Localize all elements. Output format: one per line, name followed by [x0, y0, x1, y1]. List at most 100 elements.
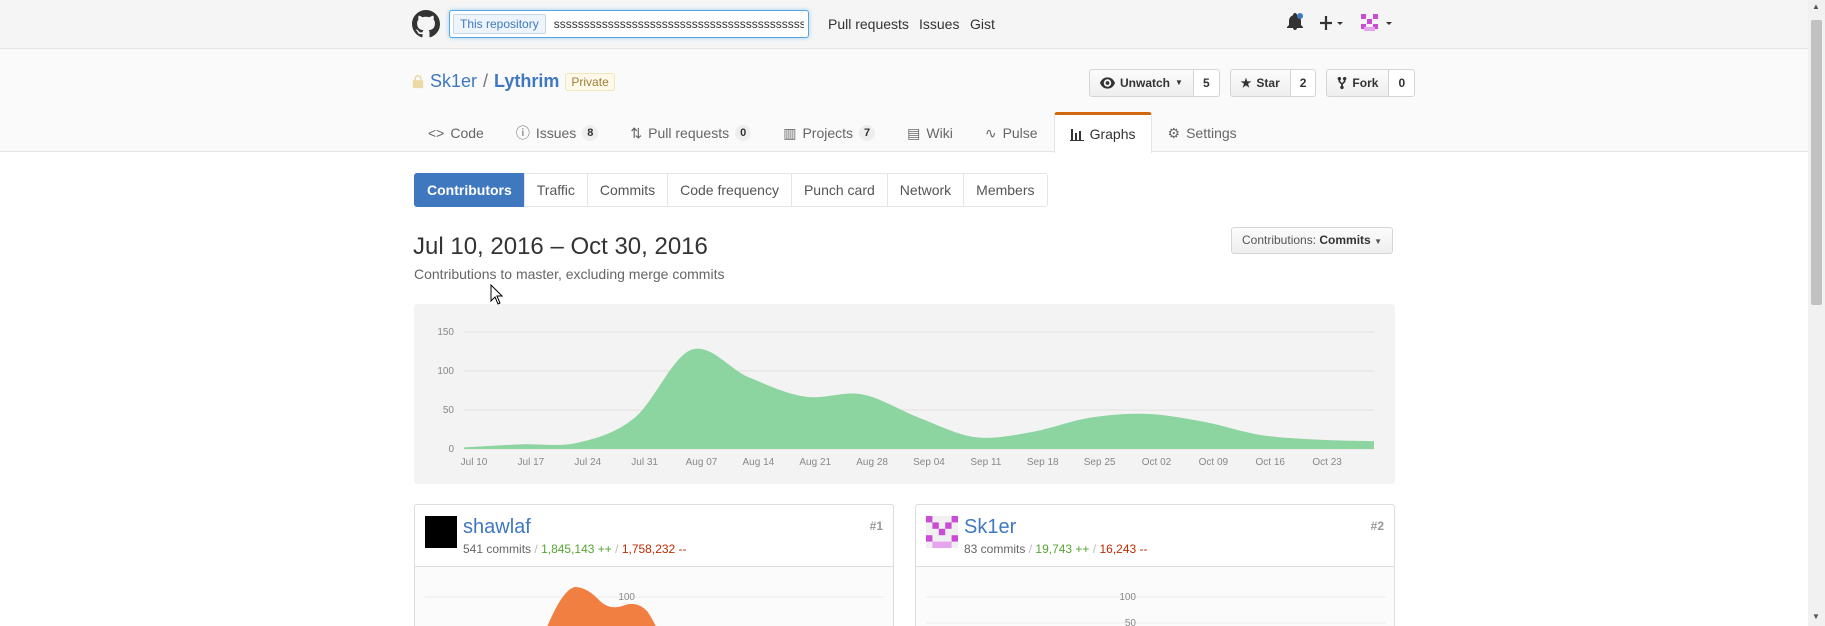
repo-nav: <> Code ⓘ Issues 8 ⇅ Pull requests 0 ▥ P… [412, 112, 1253, 153]
y-tick-label: 100 [437, 366, 454, 377]
subnav-commits[interactable]: Commits [586, 173, 669, 207]
tab-wiki[interactable]: ▤ Wiki [891, 112, 969, 152]
deletions-count: 1,758,232 -- [621, 542, 687, 556]
watchers-count[interactable]: 5 [1193, 69, 1220, 97]
tab-pull-requests-label: Pull requests [648, 124, 730, 141]
contributor-name-link[interactable]: shawlaf [463, 516, 531, 539]
star-button[interactable]: ★ Star [1229, 69, 1291, 97]
star-label: Star [1256, 76, 1280, 90]
search-scope-label: This repository [453, 14, 546, 34]
search-box[interactable]: This repository [449, 10, 809, 38]
additions-count: 19,743 ++ [1035, 542, 1090, 556]
subnav-punch-card[interactable]: Punch card [790, 173, 888, 207]
forks-count[interactable]: 0 [1389, 69, 1416, 97]
repo-name-link[interactable]: Lythrim [494, 71, 559, 92]
contributor-ytick: 50 [1125, 618, 1137, 626]
stargazers-count[interactable]: 2 [1290, 69, 1317, 97]
x-tick-label: Oct 16 [1256, 457, 1286, 468]
contributor-area-chart: 100 [425, 587, 885, 626]
deletions-count: 16,243 -- [1099, 542, 1148, 556]
contributions-type-select[interactable]: Contributions: Commits ▼ [1231, 227, 1393, 254]
x-tick-label: Sep 04 [913, 457, 945, 468]
contributions-chart: 0 50 100 150 Jul 10 Jul 17 Jul 24 Jul 31 Aug 07 A… [414, 304, 1395, 484]
graphs-subnav: Contributors Traffic Commits Code freque… [414, 173, 1048, 207]
fork-button[interactable]: Fork [1326, 69, 1390, 97]
nav-gist[interactable]: Gist [970, 16, 995, 32]
x-tick-label: Oct 23 [1312, 457, 1342, 468]
tab-graphs[interactable]: Graphs [1053, 112, 1152, 153]
avatar[interactable] [926, 516, 958, 548]
pull-request-icon: ⇅ [630, 124, 643, 141]
avatar[interactable] [425, 516, 457, 548]
fork-label: Fork [1352, 76, 1379, 90]
date-range-subtitle: Contributions to master, excluding merge… [414, 266, 725, 282]
tab-code[interactable]: <> Code [412, 112, 500, 152]
unwatch-button[interactable]: Unwatch ▼ [1089, 69, 1194, 97]
plus-dropdown-icon[interactable] [1320, 14, 1346, 32]
tab-graphs-label: Graphs [1089, 126, 1136, 142]
commits-count-link[interactable]: 83 commits [964, 542, 1025, 556]
tab-pulse[interactable]: ∿ Pulse [969, 112, 1054, 152]
repo-owner-link[interactable]: Sk1er [430, 71, 477, 92]
nav-pull-requests[interactable]: Pull requests [828, 16, 909, 32]
contributor-ytick: 100 [618, 592, 635, 603]
subnav-code-frequency[interactable]: Code frequency [667, 173, 792, 207]
page-scrollbar[interactable]: ▲ ▼ [1808, 0, 1825, 626]
tab-code-label: Code [450, 124, 484, 141]
contributor-area-chart: 100 50 [926, 592, 1386, 626]
contributor-rank: #1 [869, 519, 883, 533]
contributions-select-prefix: Contributions: [1242, 233, 1317, 247]
github-logo-icon[interactable] [412, 10, 440, 38]
private-badge: Private [565, 72, 615, 91]
pulse-icon: ∿ [984, 124, 997, 141]
scroll-up-arrow-icon[interactable]: ▲ [1812, 2, 1820, 11]
gear-icon: ⚙ [1167, 124, 1181, 141]
pull-requests-counter: 0 [735, 124, 752, 141]
commits-count-link[interactable]: 541 commits [463, 542, 531, 556]
contributions-area [464, 348, 1374, 449]
date-range-title: Jul 10, 2016 – Oct 30, 2016 [413, 233, 708, 260]
caret-down-icon: ▼ [1175, 78, 1183, 87]
subnav-members[interactable]: Members [963, 173, 1048, 207]
issue-icon: ⓘ [515, 124, 530, 141]
notifications-bell-icon[interactable] [1287, 13, 1303, 31]
nav-issues[interactable]: Issues [919, 16, 959, 32]
subnav-traffic[interactable]: Traffic [523, 173, 588, 207]
search-input[interactable] [553, 17, 804, 31]
subnav-network[interactable]: Network [886, 173, 965, 207]
code-icon: <> [428, 124, 445, 141]
tab-projects[interactable]: ▥ Projects 7 [767, 112, 891, 152]
contributions-area-chart: 0 50 100 150 Jul 10 Jul 17 Jul 24 Jul 31 Aug 07 A… [437, 327, 1374, 468]
x-tick-label: Aug 14 [743, 457, 775, 468]
scrollbar-thumb[interactable] [1811, 20, 1822, 305]
repo-separator: / [483, 71, 489, 91]
tab-settings[interactable]: ⚙ Settings [1152, 112, 1253, 152]
tab-issues[interactable]: ⓘ Issues 8 [500, 112, 615, 152]
graph-icon [1069, 129, 1084, 141]
tab-pull-requests[interactable]: ⇅ Pull requests 0 [614, 112, 767, 152]
contributor-chart: 100 50 [916, 567, 1394, 626]
tab-pulse-label: Pulse [1002, 124, 1038, 141]
contributor-chart: 100 [415, 567, 893, 626]
x-tick-label: Sep 25 [1084, 457, 1116, 468]
tab-issues-label: Issues [535, 124, 577, 141]
book-icon: ▤ [907, 124, 921, 141]
x-tick-label: Sep 18 [1027, 457, 1059, 468]
user-avatar-dropdown-icon[interactable] [1361, 14, 1395, 32]
fork-icon [1338, 76, 1347, 90]
scroll-down-arrow-icon[interactable]: ▼ [1812, 612, 1820, 621]
subnav-contributors[interactable]: Contributors [414, 173, 525, 207]
site-header: This repository Pull requests Issues Gis… [0, 0, 1808, 49]
additions-count: 1,845,143 ++ [541, 542, 612, 556]
lock-icon [412, 74, 424, 88]
x-tick-label: Aug 28 [856, 457, 888, 468]
projects-counter: 7 [859, 124, 876, 141]
x-tick-label: Jul 24 [574, 457, 601, 468]
contributor-stats: 83 commits / 19,743 ++ / 16,243 -- [964, 542, 1148, 556]
contributor-card: Sk1er 83 commits / 19,743 ++ / 16,243 --… [915, 504, 1395, 626]
eye-icon [1100, 77, 1115, 89]
star-icon: ★ [1240, 76, 1252, 90]
contributor-name-link[interactable]: Sk1er [964, 516, 1016, 539]
y-tick-label: 50 [443, 405, 455, 416]
repo-title: Sk1er / Lythrim Private [412, 71, 615, 92]
